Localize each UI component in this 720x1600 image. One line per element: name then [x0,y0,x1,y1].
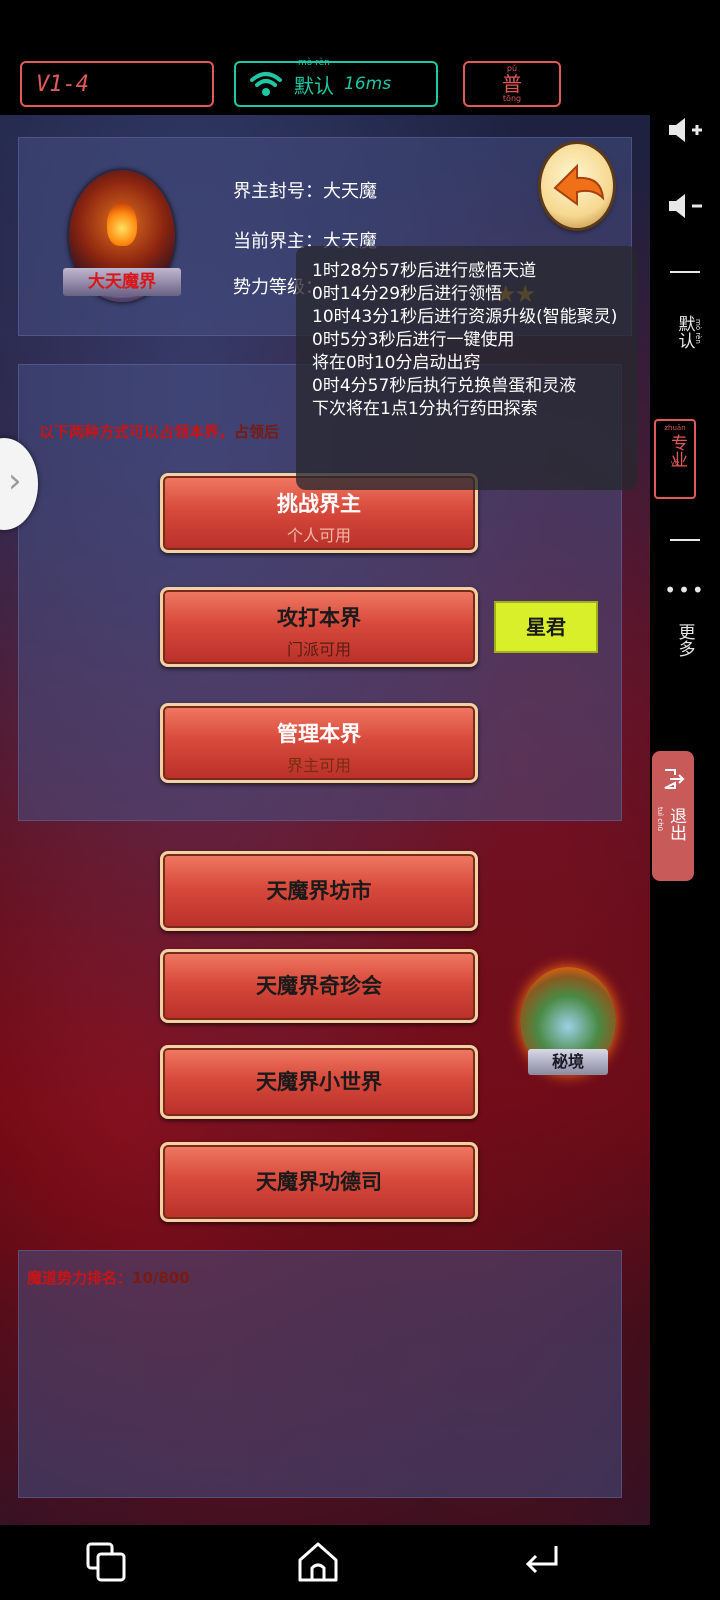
attack-realm-button[interactable]: 攻打本界 门派可用 [160,587,478,667]
side-toolbar: mò rèn 默认 zhuān yè 专业 ••• 更多 tuì chū 退出 [650,115,720,1525]
manage-realm-label: 管理本界 [277,722,361,746]
version-badge: V1-4 [20,61,214,107]
realm-emblem[interactable]: 大天魔界 [63,170,181,316]
attack-realm-label: 攻打本界 [277,606,361,630]
menu-market-label: 天魔界坊市 [266,879,372,903]
exit-pinyin: tuì chū [656,807,664,832]
flame-icon [107,202,137,246]
popup-line: 1时28分57秒后进行感悟天道 [312,261,537,281]
star-lord-label: 星君 [526,615,566,639]
top-status-bar: V1-4 mò rèn 默认 16ms pǔ 普 tōng [0,0,720,115]
star-lord-button[interactable]: 星君 [494,601,598,653]
professional-pinyin-top: zhuān [664,424,686,432]
volume-up-icon [669,118,702,142]
mode-label: 普 [502,72,522,96]
exit-icon [664,769,685,789]
occupy-notice-text: 以下两种方式可以占领本界， [39,423,235,441]
more-button[interactable]: ••• 更多 [650,578,720,662]
volume-down-button[interactable] [650,191,720,221]
secret-realm-button[interactable]: 秘境 [516,967,620,1087]
recent-apps-icon [86,1542,126,1582]
exit-button[interactable]: tuì chū 退出 [652,751,694,881]
ranking-panel: 魔道势力排名：10/800 [18,1250,622,1498]
version-text: V1-4 [36,71,89,97]
realm-emblem-label: 大天魔界 [63,268,181,296]
ranking-notice: 魔道势力排名：10/800 [27,1267,190,1288]
home-button[interactable] [296,1540,340,1584]
realm-title-row: 界主封号：大天魔 [233,178,377,205]
more-dots-icon: ••• [664,578,706,602]
default-mode-pinyin: mò rèn [694,319,702,344]
mode-toggle[interactable]: pǔ 普 tōng [463,61,561,107]
occupy-notice-tail: 占领后 [234,423,280,441]
system-nav-bar [0,1525,720,1600]
menu-market-button[interactable]: 天魔界坊市 [160,851,478,931]
realm-title-value: 大天魔 [323,181,377,202]
popup-line: 下次将在1点1分执行药田探索 [312,399,538,419]
divider [670,539,700,541]
ranking-notice-text: 魔道势力排名： [27,1269,133,1287]
ranking-notice-value: 10/800 [132,1269,190,1287]
popup-line: 0时14分29秒后进行领悟 [312,284,503,304]
menu-small-world-button[interactable]: 天魔界小世界 [160,1045,478,1119]
menu-merit-button[interactable]: 天魔界功德司 [160,1142,478,1222]
exit-label: 退出 [666,807,686,841]
scheduled-tasks-popup: 1时28分57秒后进行感悟天道 0时14分29秒后进行领悟 10时43分1秒后进… [296,246,638,490]
network-label: 默认 [294,73,334,98]
home-icon [298,1542,338,1582]
mode-pinyin-bottom: tōng [502,94,522,103]
menu-treasure-label: 天魔界奇珍会 [256,974,382,998]
challenge-lord-label: 挑战界主 [277,492,361,516]
back-button[interactable] [541,144,613,228]
default-mode-button[interactable]: mò rèn 默认 [650,315,720,354]
divider [670,271,700,273]
popup-line: 0时5分3秒后进行一键使用 [312,330,515,350]
back-nav-button[interactable] [520,1540,564,1584]
professional-label: 专业 [667,434,687,468]
chevron-right-icon: › [8,461,22,501]
manage-realm-sub: 界主可用 [286,756,351,775]
popup-line: 将在0时10分启动出窍 [312,353,481,373]
back-arrow-icon [553,163,605,206]
menu-small-world-label: 天魔界小世界 [256,1070,382,1094]
network-pinyin: mò rèn [298,57,330,68]
volume-up-button[interactable] [650,115,720,145]
occupy-notice: 以下两种方式可以占领本界，占领后 [39,421,279,442]
volume-down-icon [669,194,702,218]
more-label: 更多 [674,623,695,657]
popup-line: 10时43分1秒后进行资源升级(智能聚灵) [312,307,618,327]
wifi-icon [250,72,282,96]
attack-realm-sub: 门派可用 [286,640,351,659]
latency-text: 16ms [344,74,392,94]
popup-line: 0时4分57秒后执行兑换兽蛋和灵液 [312,376,577,396]
menu-treasure-button[interactable]: 天魔界奇珍会 [160,949,478,1023]
back-nav-icon [525,1546,558,1574]
professional-mode-button[interactable]: zhuān yè 专业 [654,419,696,499]
menu-merit-label: 天魔界功德司 [256,1170,382,1194]
manage-realm-button[interactable]: 管理本界 界主可用 [160,703,478,783]
recent-apps-button[interactable] [84,1540,128,1584]
realm-title-label: 界主封号： [233,181,323,202]
secret-realm-label: 秘境 [528,1049,608,1075]
network-status[interactable]: mò rèn 默认 16ms [234,57,438,107]
challenge-lord-sub: 个人可用 [286,526,351,545]
